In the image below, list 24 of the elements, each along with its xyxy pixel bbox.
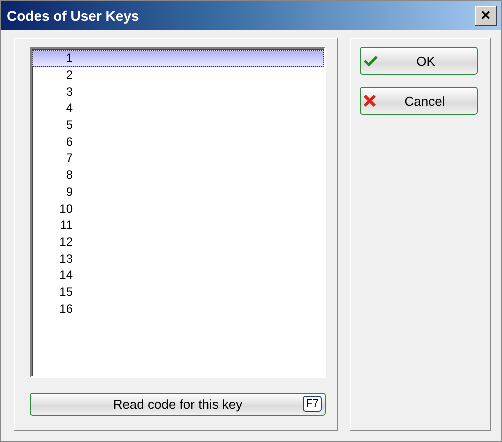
list-item[interactable]: 15 [32, 284, 324, 300]
list-item[interactable]: 10 [32, 200, 324, 217]
close-button[interactable]: ✕ [475, 6, 497, 26]
window-title: Codes of User Keys [7, 8, 140, 24]
list-item[interactable]: 3 [32, 83, 324, 100]
list-item[interactable]: 12 [32, 234, 324, 250]
ok-button[interactable]: OK [360, 47, 478, 75]
list-item[interactable]: 2 [32, 66, 324, 84]
list-item[interactable]: 7 [32, 150, 324, 167]
list-item[interactable]: 6 [32, 133, 324, 150]
list-item[interactable]: 13 [32, 250, 324, 267]
list-item[interactable]: 11 [32, 216, 324, 234]
list-item[interactable]: 9 [32, 184, 324, 200]
cancel-button[interactable]: Cancel [360, 87, 478, 115]
list-item[interactable]: 16 [32, 300, 324, 317]
read-code-button[interactable]: Read code for this key F7 [30, 393, 326, 416]
cross-icon [364, 95, 376, 107]
list-item[interactable]: 14 [32, 266, 324, 284]
check-icon [364, 55, 378, 67]
list-item[interactable]: 1 [32, 50, 324, 67]
shortcut-key: F7 [303, 396, 322, 412]
list-item[interactable]: 5 [32, 116, 324, 134]
list-item[interactable]: 4 [32, 100, 324, 117]
list-item[interactable]: 8 [32, 166, 324, 184]
